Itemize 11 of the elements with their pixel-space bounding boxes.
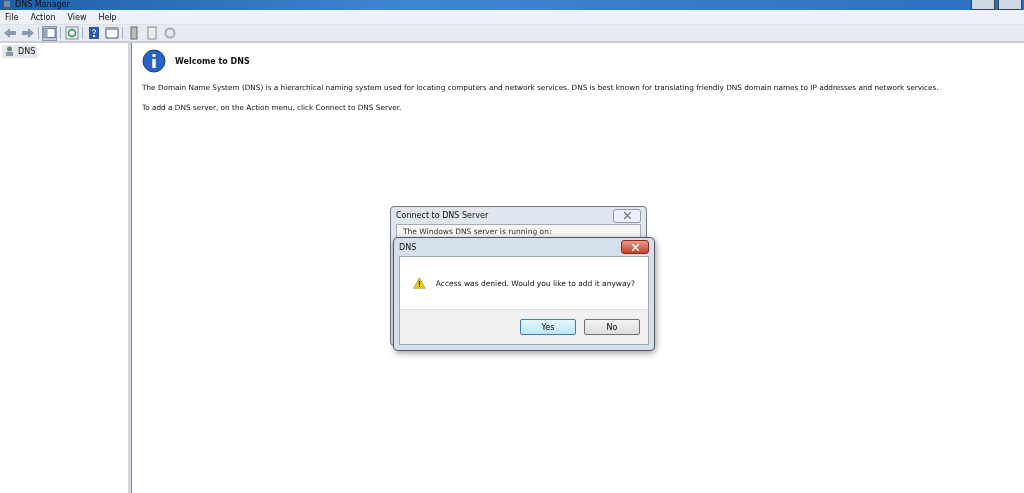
dialog-title: DNS [399,242,417,252]
window-title: DNS Manager [15,0,70,10]
menu-item[interactable]: File [5,12,19,22]
menu-item[interactable]: Action [30,12,56,22]
menu-item[interactable]: View [67,12,87,22]
tree-item[interactable]: DNS [2,45,38,58]
dialog-button[interactable]: No [584,319,640,335]
dialog-title: Connect to DNS Server [396,211,489,220]
menu-item[interactable]: Help [98,12,117,22]
welcome-heading: Welcome to DNS [175,56,250,66]
dialog-button[interactable]: Yes [520,319,576,335]
